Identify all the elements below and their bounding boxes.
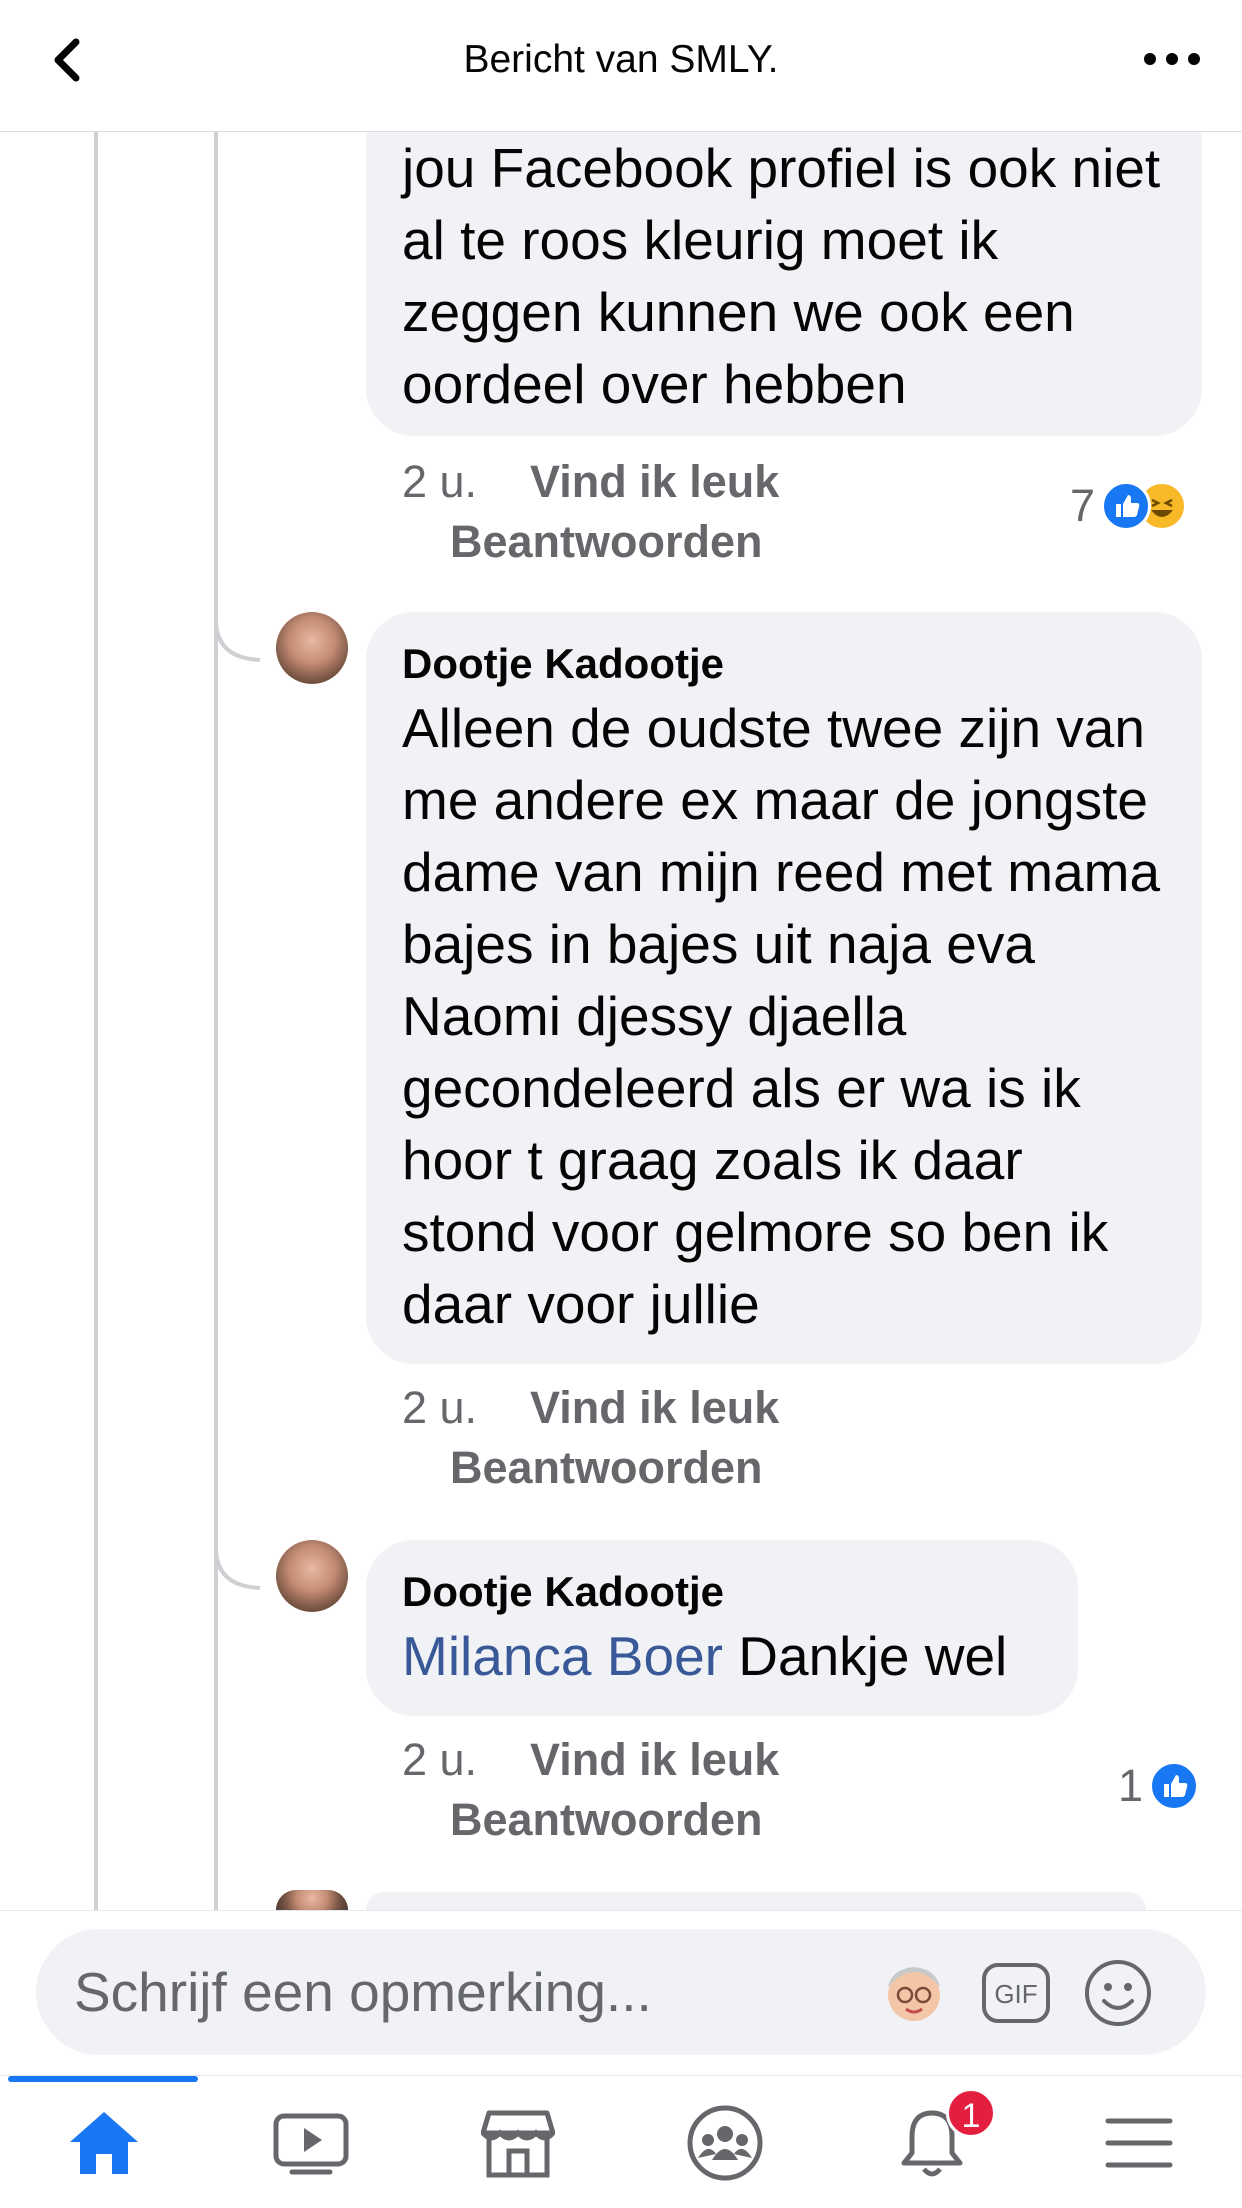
comment-actions: 2 u. Vind ik leuk Beantwoorden [0, 1728, 1242, 1848]
reaction-summary[interactable]: 1 [1118, 1758, 1200, 1814]
like-button[interactable]: Vind ik leuk [530, 1734, 779, 1786]
comment-text: jou Facebook profiel is ook niet al te r… [402, 137, 1161, 415]
hamburger-icon [1105, 2118, 1172, 2167]
emoji-button[interactable] [1082, 1957, 1154, 2029]
gif-button[interactable]: GIF [980, 1957, 1052, 2029]
comment-author[interactable]: Dootje Kadootje [402, 638, 1166, 690]
avatar[interactable] [276, 1540, 348, 1612]
comment-body: Dankje wel [738, 1625, 1008, 1687]
avatar-sticker-button[interactable] [878, 1957, 950, 2029]
reply-button[interactable]: Beantwoorden [450, 1442, 763, 1494]
reaction-summary[interactable]: 7 [1070, 478, 1188, 534]
bottom-tab-bar: 1 [0, 2075, 1242, 2208]
thread-line-outer [94, 132, 98, 1910]
video-play-icon [273, 2113, 348, 2174]
comment-time: 2 u. [402, 1734, 478, 1785]
comment-input[interactable] [74, 1929, 854, 2055]
gif-label: GIF [994, 1979, 1037, 2009]
avatar-sticker-icon [888, 1967, 940, 2021]
reply-button[interactable]: Beantwoorden [450, 1794, 763, 1846]
comment-author[interactable]: Dootje Kadootje [402, 1566, 1042, 1618]
reply-button[interactable]: Beantwoorden [450, 516, 763, 568]
reaction-count: 7 [1070, 480, 1096, 531]
more-options-button[interactable] [1138, 34, 1208, 84]
avatar[interactable] [276, 612, 348, 684]
notification-badge: 1 [946, 2088, 996, 2138]
home-icon [69, 2111, 138, 2174]
tab-watch[interactable] [207, 2076, 414, 2208]
comment-time: 2 u. [402, 456, 478, 507]
mention-link[interactable]: Milanca Boer [402, 1625, 723, 1687]
tab-notifications[interactable]: 1 [828, 2076, 1035, 2208]
comment-actions: 2 u. Vind ik leuk Beantwoorden [0, 1376, 1242, 1496]
comment-time: 2 u. [402, 1382, 478, 1433]
top-bar: Bericht van SMLY. [0, 0, 1242, 132]
page-title: Bericht van SMLY. [463, 38, 779, 81]
comment-bubble[interactable]: jou Facebook profiel is ook niet al te r… [366, 96, 1202, 436]
avatar[interactable] [276, 1890, 348, 1910]
comment-text: Alleen de oudste twee zijn van me andere… [402, 697, 1161, 1335]
like-reaction-icon [1149, 1761, 1200, 1811]
tab-marketplace[interactable] [414, 2076, 621, 2208]
thread-connector [214, 620, 261, 662]
groups-icon [687, 2105, 762, 2180]
comment-bubble[interactable]: Dootje Kadootje Alleen de oudste twee zi… [366, 612, 1202, 1364]
tab-groups[interactable] [621, 2076, 828, 2208]
tab-menu[interactable] [1035, 2076, 1242, 2208]
comment-text: Milanca Boer Dankje wel [402, 1620, 1042, 1692]
thread-connector [214, 1548, 261, 1590]
comment-composer: GIF [0, 1910, 1242, 2075]
comment-actions: 2 u. Vind ik leuk Beantwoorden [0, 450, 1242, 570]
reaction-count: 1 [1118, 1760, 1144, 1811]
gif-icon: GIF [982, 1963, 1050, 2023]
smiley-icon [1085, 1960, 1151, 2026]
comment-input-container[interactable]: GIF [36, 1929, 1206, 2055]
thread-line-inner [214, 132, 218, 1910]
shop-icon [480, 2110, 555, 2177]
more-horizontal-icon [1144, 53, 1200, 65]
like-button[interactable]: Vind ik leuk [530, 456, 779, 508]
comment-bubble[interactable] [366, 1892, 1146, 1910]
tab-home[interactable] [0, 2076, 207, 2208]
like-reaction-icon [1101, 481, 1152, 531]
comment-bubble[interactable]: Dootje Kadootje Milanca Boer Dankje wel [366, 1540, 1078, 1716]
like-button[interactable]: Vind ik leuk [530, 1382, 779, 1434]
